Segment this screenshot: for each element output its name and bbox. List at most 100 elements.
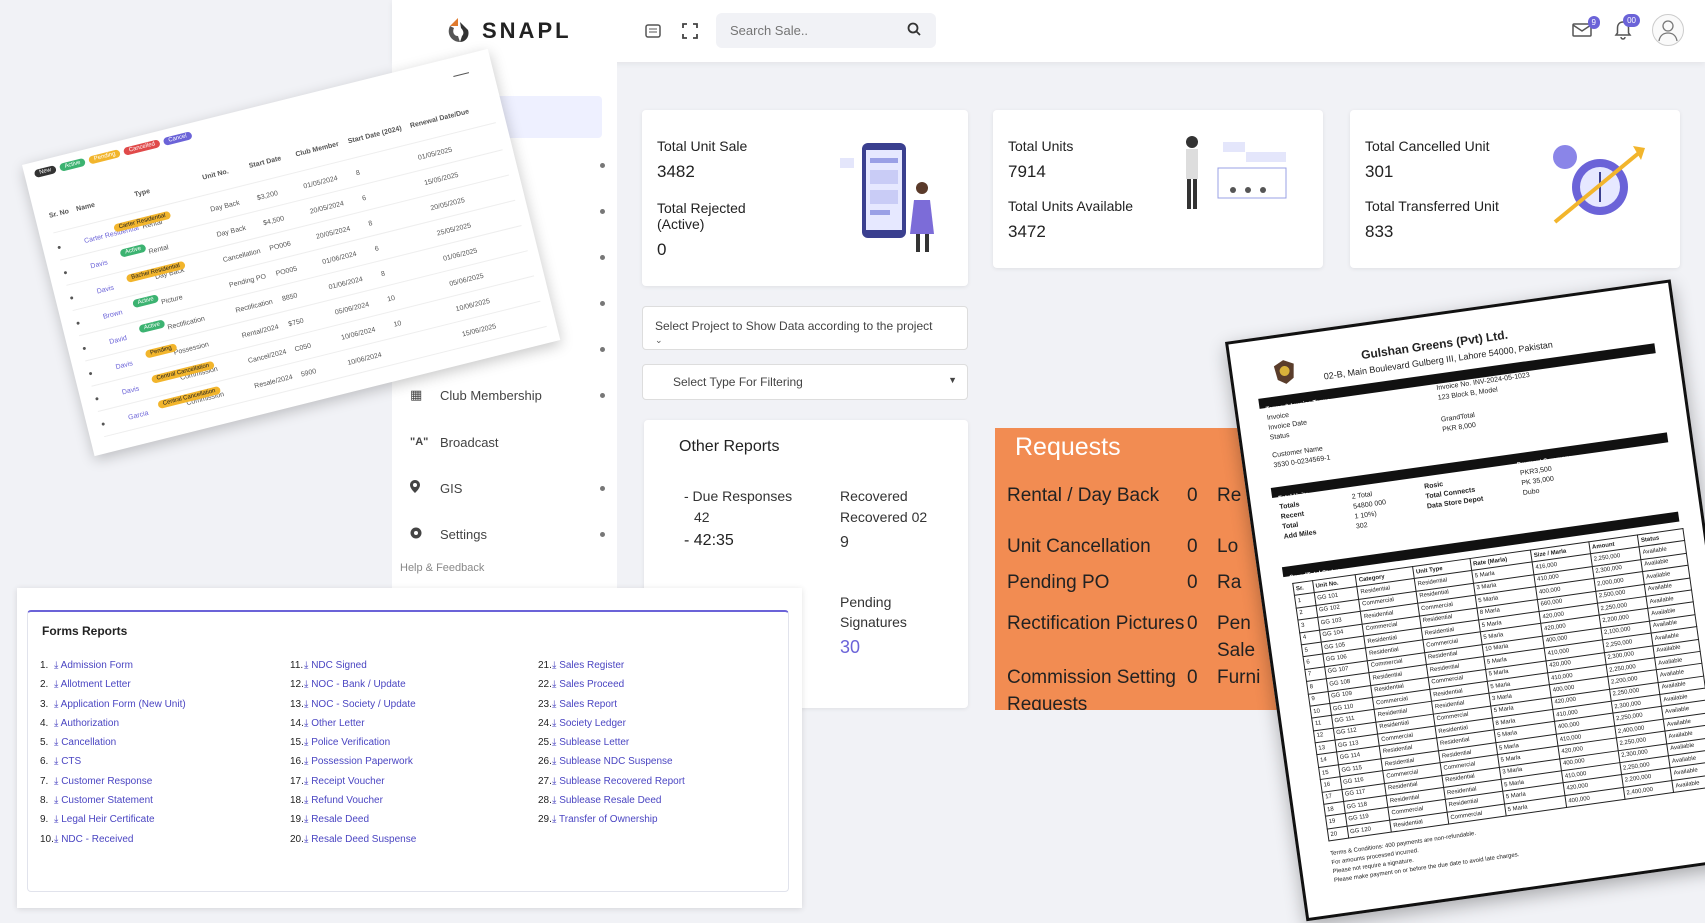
menu-toggle-icon[interactable] <box>642 20 664 42</box>
form-report-link[interactable]: Other Letter <box>311 718 364 729</box>
type-filter-select[interactable]: Select Type For Filtering ▼ <box>642 364 968 400</box>
form-report-item[interactable]: 5. ⤓ Cancellation <box>40 733 280 752</box>
form-report-item[interactable]: 26.⤓ Sublease NDC Suspense <box>538 752 778 771</box>
project-select[interactable]: Select Project to Show Data according to… <box>642 306 968 350</box>
form-report-item[interactable]: 24.⤓ Society Ledger <box>538 714 778 733</box>
form-report-item[interactable]: 9. ⤓ Legal Heir Certificate <box>40 810 280 829</box>
form-report-item[interactable]: 17.⤓ Receipt Voucher <box>290 772 530 791</box>
form-report-link[interactable]: Cancellation <box>61 737 116 748</box>
form-report-item[interactable]: 10.⤓ NDC - Received <box>40 830 280 849</box>
form-report-link[interactable]: Legal Heir Certificate <box>61 814 154 825</box>
form-report-link[interactable]: Transfer of Ownership <box>559 814 658 825</box>
form-report-link[interactable]: Allotment Letter <box>61 679 131 690</box>
form-report-item[interactable]: 1. ⤓ Admission Form <box>40 656 280 675</box>
status-filter-button[interactable]: Active <box>58 157 87 172</box>
form-report-link[interactable]: Possession Paperwork <box>311 756 413 767</box>
form-report-link[interactable]: Sales Proceed <box>559 679 624 690</box>
form-report-item[interactable]: 4. ⤓ Authorization <box>40 714 280 733</box>
form-report-item[interactable]: 2. ⤓ Allotment Letter <box>40 675 280 694</box>
form-report-link[interactable]: Application Form (New Unit) <box>61 699 186 710</box>
request-label: Pending PO <box>1007 572 1110 593</box>
form-report-item[interactable]: 18.⤓ Refund Voucher <box>290 791 530 810</box>
top-bar: SNAPL 9 00 <box>392 0 1705 62</box>
form-report-item[interactable]: 12.⤓ NOC - Bank / Update <box>290 675 530 694</box>
cell-unit: Cancel/2024 <box>247 348 288 365</box>
cell-count: 6 <box>374 245 380 254</box>
request-right-label: Ra <box>1217 572 1242 593</box>
form-report-link[interactable]: Admission Form <box>61 660 133 671</box>
form-report-link[interactable]: Customer Statement <box>61 795 153 806</box>
form-report-item[interactable]: 3. ⤓ Application Form (New Unit) <box>40 695 280 714</box>
form-report-link[interactable]: Resale Deed <box>311 814 369 825</box>
sidebar-item-broadcast[interactable]: "A" Broadcast <box>410 431 605 453</box>
form-report-item[interactable]: 6. ⤓ CTS <box>40 752 280 771</box>
cell-amount: C050 <box>294 342 312 354</box>
sidebar-item-settings[interactable]: Settings <box>410 523 605 545</box>
form-report-link[interactable]: NOC - Society / Update <box>311 699 415 710</box>
form-report-link[interactable]: Sales Register <box>559 660 624 671</box>
total-available-label: Total Units Available <box>1008 198 1134 214</box>
form-report-link[interactable]: Refund Voucher <box>311 795 383 806</box>
request-row-commission[interactable]: Commission Setting Requests <box>1007 664 1197 710</box>
form-report-item[interactable]: 21.⤓ Sales Register <box>538 656 778 675</box>
form-report-link[interactable]: CTS <box>61 756 81 767</box>
form-report-item[interactable]: 13.⤓ NOC - Society / Update <box>290 695 530 714</box>
form-report-link[interactable]: NOC - Bank / Update <box>311 679 405 690</box>
item-number: 25. <box>538 737 552 749</box>
request-right-label: Lo <box>1217 536 1239 557</box>
form-report-item[interactable]: 19.⤓ Resale Deed <box>290 810 530 829</box>
sidebar-item-gis[interactable]: GIS <box>410 477 605 499</box>
form-report-item[interactable]: 8. ⤓ Customer Statement <box>40 791 280 810</box>
form-report-item[interactable]: 27.⤓ Sublease Recovered Report <box>538 772 778 791</box>
search-input[interactable] <box>716 13 936 48</box>
form-report-link[interactable]: Resale Deed Suspense <box>311 834 416 845</box>
form-report-item[interactable]: 15.⤓ Police Verification <box>290 733 530 752</box>
request-row-rectification[interactable]: Rectification Pictures <box>1007 610 1187 637</box>
form-report-link[interactable]: NDC - Received <box>61 834 133 845</box>
bell-icon[interactable]: 00 <box>1614 14 1640 40</box>
form-report-item[interactable]: 20.⤓ Resale Deed Suspense <box>290 830 530 849</box>
form-report-link[interactable]: Sublease Letter <box>559 737 629 748</box>
item-number: 2. <box>40 679 49 691</box>
row-select-icon: ● <box>75 319 82 328</box>
form-report-link[interactable]: Authorization <box>61 718 119 729</box>
fullscreen-icon[interactable] <box>679 20 701 42</box>
form-report-item[interactable]: 14.⤓ Other Letter <box>290 714 530 733</box>
cell-date: 10/06/2024 <box>346 351 383 367</box>
phone-illustration-icon <box>840 143 934 252</box>
search-icon[interactable] <box>907 22 921 41</box>
item-number: 23. <box>538 698 552 710</box>
form-report-link[interactable]: Sublease Recovered Report <box>559 776 685 787</box>
avatar[interactable] <box>1652 14 1684 46</box>
form-report-link[interactable]: Sales Report <box>559 699 617 710</box>
status-filter-button[interactable]: New <box>33 165 57 179</box>
download-icon: ⤓ <box>54 679 61 691</box>
help-feedback-link[interactable]: Help & Feedback <box>400 562 484 574</box>
form-report-item[interactable]: 7. ⤓ Customer Response <box>40 772 280 791</box>
mail-icon[interactable]: 9 <box>1572 16 1600 38</box>
form-report-link[interactable]: NDC Signed <box>311 660 367 671</box>
status-filter-button[interactable]: Pending <box>88 148 122 165</box>
broadcast-icon: "A" <box>410 436 429 448</box>
form-report-link[interactable]: Customer Response <box>61 776 152 787</box>
total-units-label: Total Units <box>1008 138 1074 154</box>
form-report-link[interactable]: Sublease NDC Suspense <box>559 756 672 767</box>
form-report-link[interactable]: Police Verification <box>311 737 390 748</box>
form-report-item[interactable]: 29.⤓ Transfer of Ownership <box>538 810 778 829</box>
status-filter-button[interactable]: Cancelled <box>123 139 161 156</box>
row-select-icon: ● <box>100 420 107 429</box>
form-report-item[interactable]: 11.⤓ NDC Signed <box>290 656 530 675</box>
form-report-item[interactable]: 25.⤓ Sublease Letter <box>538 733 778 752</box>
form-report-item[interactable]: 28.⤓ Sublease Resale Deed <box>538 791 778 810</box>
status-filter-button[interactable]: Cancel <box>162 131 193 146</box>
form-report-item[interactable]: 16.⤓ Possession Paperwork <box>290 752 530 771</box>
forms-reports-title: Forms Reports <box>42 624 128 638</box>
form-report-item[interactable]: 23.⤓ Sales Report <box>538 695 778 714</box>
form-report-link[interactable]: Sublease Resale Deed <box>559 795 661 806</box>
sidebar-item-club-membership[interactable]: ▦ Club Membership <box>410 384 605 406</box>
form-report-link[interactable]: Receipt Voucher <box>311 776 384 787</box>
request-row-pending-po[interactable]: Pending PO 0 Ra <box>1007 572 1295 594</box>
total-unit-sale-label: Total Unit Sale <box>657 138 748 154</box>
form-report-link[interactable]: Society Ledger <box>559 718 626 729</box>
form-report-item[interactable]: 22.⤓ Sales Proceed <box>538 675 778 694</box>
